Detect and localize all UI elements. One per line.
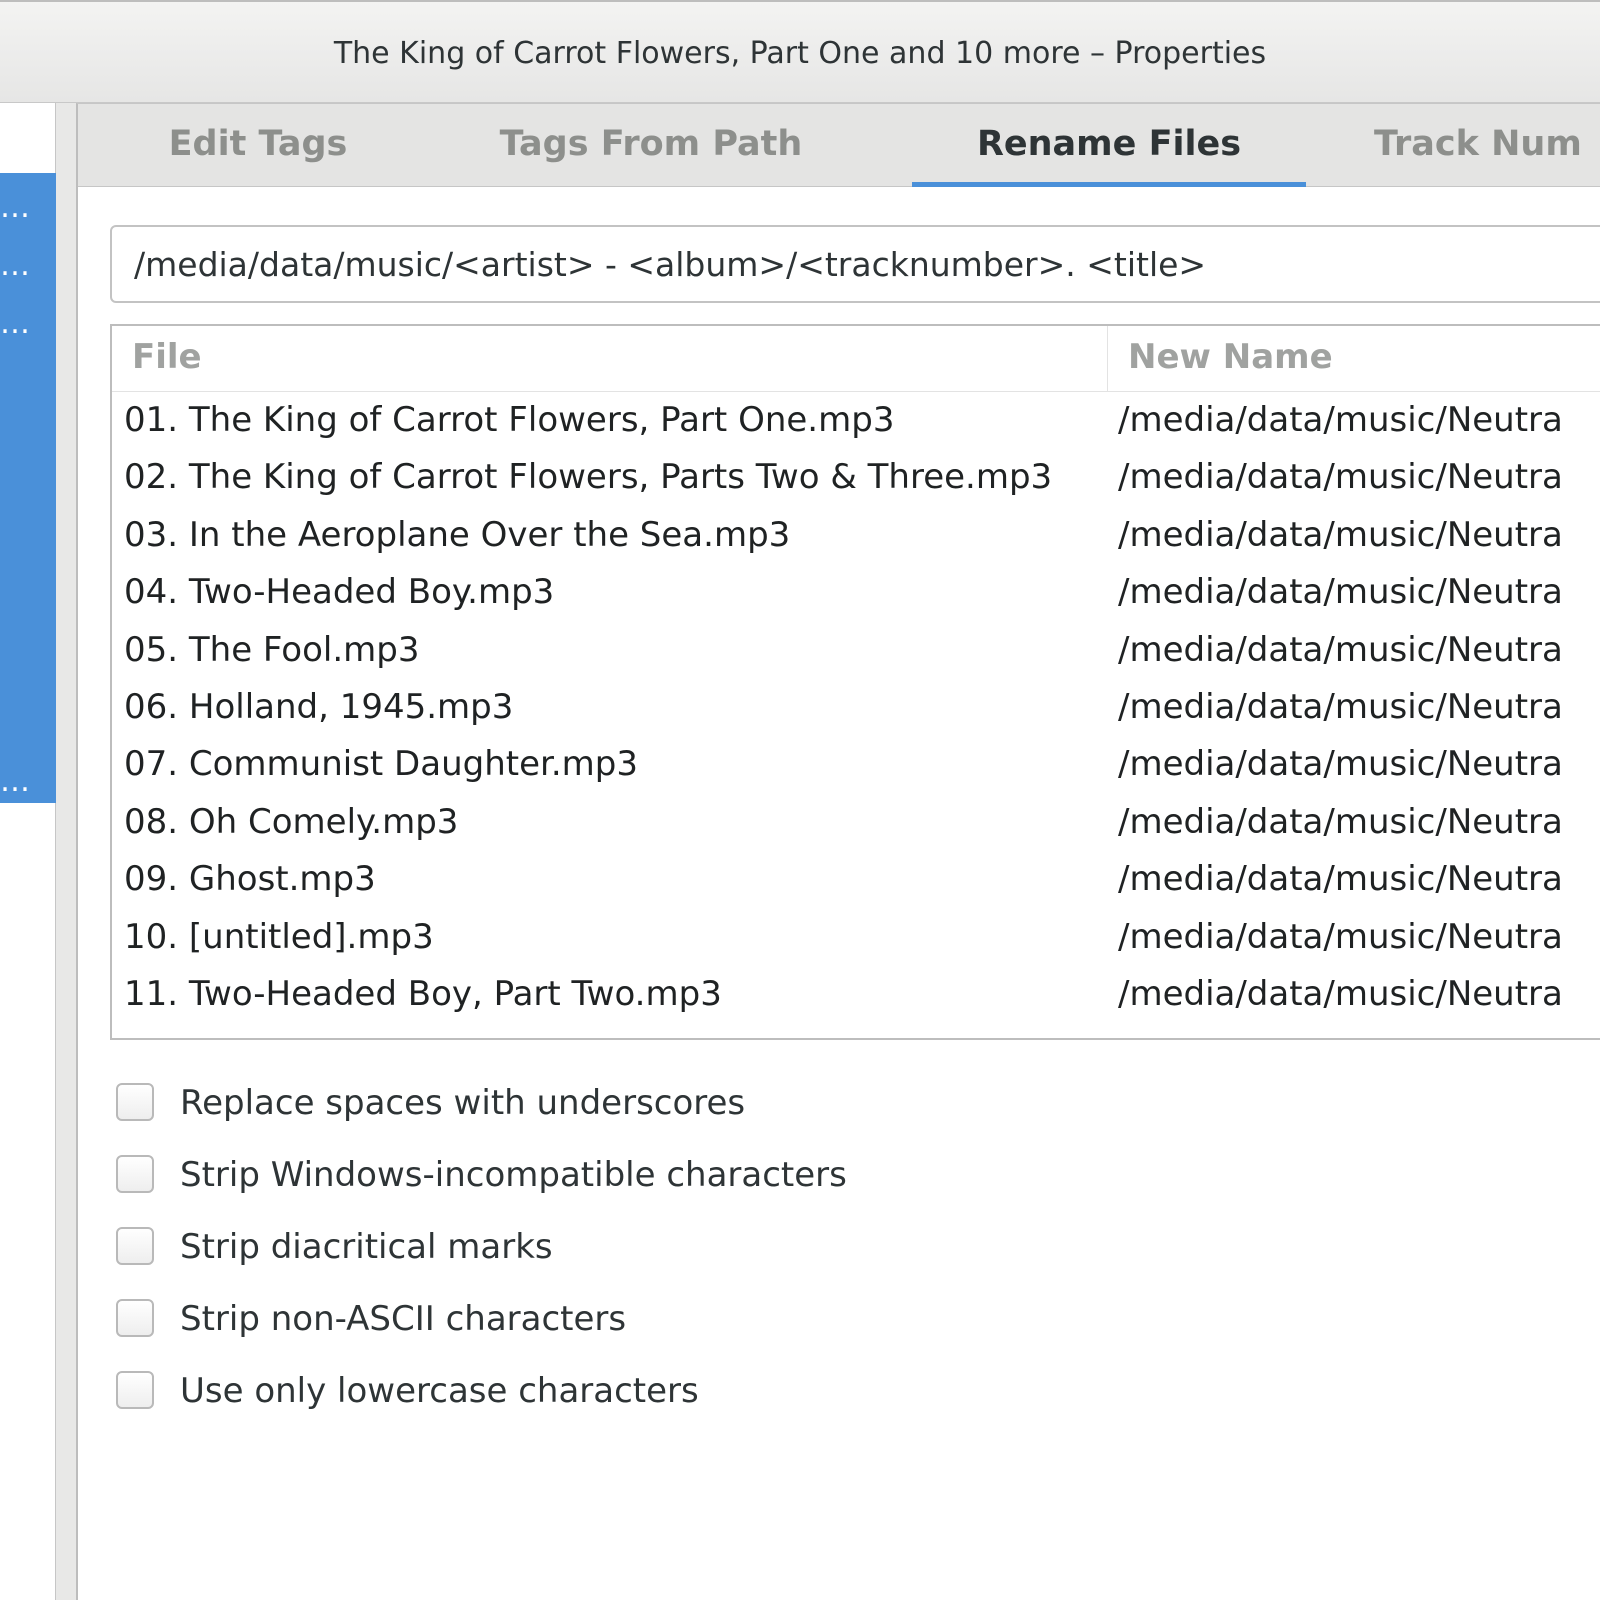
table-row[interactable]: 04. Two-Headed Boy.mp3 /media/data/music… <box>112 564 1600 621</box>
new-name-cell: /media/data/music/Neutra <box>1118 515 1563 555</box>
properties-panel: Edit Tags Tags From Path Rename Files Tr… <box>76 103 1600 1600</box>
file-name-cell: 06. Holland, 1945.mp3 <box>124 687 514 727</box>
column-header-file[interactable]: File <box>112 326 1108 392</box>
file-name-cell: 05. The Fool.mp3 <box>124 630 420 670</box>
new-name-cell: /media/data/music/Neutra <box>1118 974 1563 1014</box>
tab-track-numbers[interactable]: Track Num <box>1374 104 1600 187</box>
file-sidebar[interactable]: … … … … <box>0 103 56 1600</box>
sidebar-row-ellipsis: … <box>0 190 31 225</box>
new-name-cell: /media/data/music/Neutra <box>1118 802 1563 842</box>
option-label: Use only lowercase characters <box>180 1371 699 1411</box>
sidebar-row-ellipsis: … <box>0 248 31 283</box>
sidebar-row-ellipsis: … <box>0 306 31 341</box>
tab-rename-files[interactable]: Rename Files <box>912 104 1306 187</box>
strip-windows-chars-checkbox[interactable] <box>116 1155 154 1193</box>
file-name-cell: 09. Ghost.mp3 <box>124 859 376 899</box>
option-label: Strip non-ASCII characters <box>180 1299 627 1339</box>
lowercase-only-checkbox[interactable] <box>116 1371 154 1409</box>
tab-tags-from-path[interactable]: Tags From Path <box>478 104 824 187</box>
table-row[interactable]: 01. The King of Carrot Flowers, Part One… <box>112 392 1600 449</box>
file-name-cell: 02. The King of Carrot Flowers, Parts Tw… <box>124 457 1053 497</box>
tab-edit-tags[interactable]: Edit Tags <box>138 104 378 187</box>
new-name-cell: /media/data/music/Neutra <box>1118 400 1563 440</box>
title-bar[interactable]: The King of Carrot Flowers, Part One and… <box>0 0 1600 103</box>
table-row[interactable]: 03. In the Aeroplane Over the Sea.mp3 /m… <box>112 507 1600 564</box>
window-title: The King of Carrot Flowers, Part One and… <box>333 36 1267 71</box>
sidebar-selection[interactable]: … … … … <box>0 173 56 803</box>
strip-diacritics-checkbox[interactable] <box>116 1227 154 1265</box>
file-name-cell: 08. Oh Comely.mp3 <box>124 802 459 842</box>
table-row[interactable]: 09. Ghost.mp3 /media/data/music/Neutra <box>112 851 1600 908</box>
table-row[interactable]: 10. [untitled].mp3 /media/data/music/Neu… <box>112 909 1600 966</box>
strip-non-ascii-checkbox[interactable] <box>116 1299 154 1337</box>
table-row[interactable]: 05. The Fool.mp3 /media/data/music/Neutr… <box>112 622 1600 679</box>
table-row[interactable]: 08. Oh Comely.mp3 /media/data/music/Neut… <box>112 794 1600 851</box>
new-name-cell: /media/data/music/Neutra <box>1118 917 1563 957</box>
new-name-cell: /media/data/music/Neutra <box>1118 630 1563 670</box>
new-name-cell: /media/data/music/Neutra <box>1118 744 1563 784</box>
table-row[interactable]: 11. Two-Headed Boy, Part Two.mp3 /media/… <box>112 966 1600 1023</box>
file-name-cell: 04. Two-Headed Boy.mp3 <box>124 572 555 612</box>
replace-spaces-checkbox[interactable] <box>116 1083 154 1121</box>
file-name-cell: 07. Communist Daughter.mp3 <box>124 744 639 784</box>
file-name-cell: 11. Two-Headed Boy, Part Two.mp3 <box>124 974 722 1014</box>
file-name-cell: 10. [untitled].mp3 <box>124 917 434 957</box>
new-name-cell: /media/data/music/Neutra <box>1118 572 1563 612</box>
rename-preview-table[interactable]: File New Name 01. The King of Carrot Flo… <box>110 324 1600 1040</box>
option-label: Strip diacritical marks <box>180 1227 553 1267</box>
table-row[interactable]: 02. The King of Carrot Flowers, Parts Tw… <box>112 449 1600 506</box>
table-row[interactable]: 07. Communist Daughter.mp3 /media/data/m… <box>112 736 1600 793</box>
rename-pattern-input[interactable] <box>110 225 1600 303</box>
file-name-cell: 01. The King of Carrot Flowers, Part One… <box>124 400 895 440</box>
table-row[interactable]: 06. Holland, 1945.mp3 /media/data/music/… <box>112 679 1600 736</box>
column-header-new-name[interactable]: New Name <box>1108 326 1600 392</box>
tab-bar: Edit Tags Tags From Path Rename Files Tr… <box>78 104 1600 187</box>
option-label: Strip Windows-incompatible characters <box>180 1155 847 1195</box>
new-name-cell: /media/data/music/Neutra <box>1118 859 1563 899</box>
new-name-cell: /media/data/music/Neutra <box>1118 457 1563 497</box>
file-name-cell: 03. In the Aeroplane Over the Sea.mp3 <box>124 515 791 555</box>
sidebar-row-ellipsis: … <box>0 764 31 799</box>
new-name-cell: /media/data/music/Neutra <box>1118 687 1563 727</box>
option-label: Replace spaces with underscores <box>180 1083 746 1123</box>
properties-window: The King of Carrot Flowers, Part One and… <box>0 0 1600 1600</box>
